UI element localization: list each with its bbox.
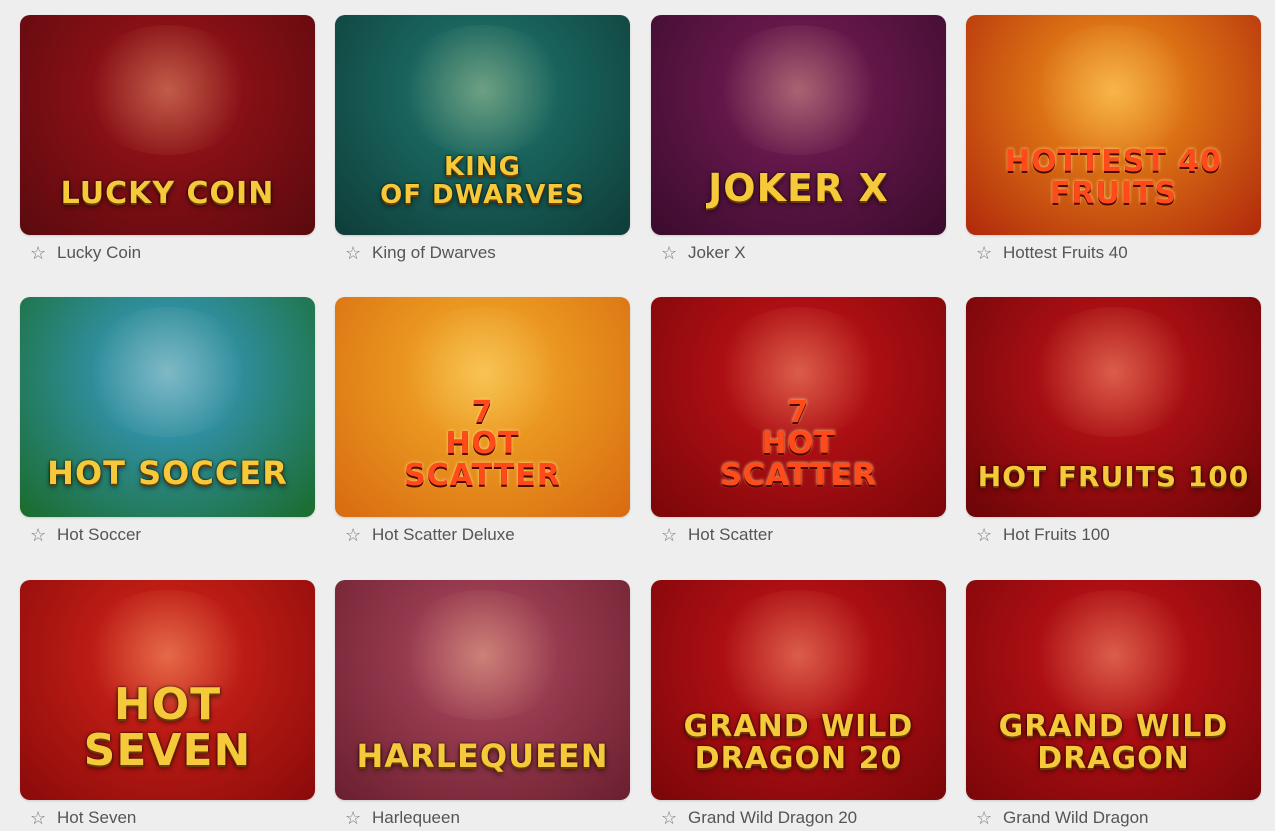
game-logo-line: 7 xyxy=(787,394,810,430)
game-tile[interactable]: HOT SEVEN xyxy=(20,580,315,800)
tile-artwork xyxy=(1026,25,1201,155)
tile-artwork xyxy=(711,25,886,155)
star-outline-icon[interactable]: ☆ xyxy=(345,244,363,262)
game-logo-line: LUCKY COIN xyxy=(60,175,275,211)
star-outline-icon[interactable]: ☆ xyxy=(661,809,679,827)
game-logo: JOKER X xyxy=(651,166,946,211)
game-logo-line: DRAGON 20 xyxy=(694,740,903,776)
game-logo-line: GRAND WILD xyxy=(998,709,1229,744)
tile-artwork xyxy=(80,25,255,155)
game-logo-line: GRAND WILD xyxy=(683,709,914,744)
game-title[interactable]: Grand Wild Dragon 20 xyxy=(688,808,857,828)
game-title[interactable]: Hot Scatter xyxy=(688,525,773,545)
game-label: ☆ Lucky Coin xyxy=(30,242,141,264)
game-label: ☆ Hot Scatter Deluxe xyxy=(345,524,515,546)
game-logo-line: KING xyxy=(444,152,521,183)
game-label: ☆ Grand Wild Dragon xyxy=(976,807,1149,829)
game-logo: LUCKY COIN xyxy=(20,175,315,211)
game-title[interactable]: Hottest Fruits 40 xyxy=(1003,243,1128,263)
game-tile[interactable]: LUCKY COIN xyxy=(20,15,315,235)
game-label: ☆ Hot Fruits 100 xyxy=(976,524,1110,546)
game-title[interactable]: Harlequeen xyxy=(372,808,460,828)
game-logo: GRAND WILD DRAGON 20 xyxy=(651,711,946,774)
game-logo-line: HOT xyxy=(761,426,836,461)
game-logo: HOT SOCCER xyxy=(20,457,315,491)
star-outline-icon[interactable]: ☆ xyxy=(661,526,679,544)
game-title[interactable]: Hot Seven xyxy=(57,808,136,828)
star-outline-icon[interactable]: ☆ xyxy=(30,809,48,827)
game-grid: LUCKY COIN ☆ Lucky Coin KING OF DWARVES ☆ King… xyxy=(0,0,1275,831)
game-logo-line: HOT FRUITS 100 xyxy=(977,459,1250,493)
game-label: ☆ Joker X xyxy=(661,242,746,264)
game-logo: HOT FRUITS 100 xyxy=(966,459,1261,493)
game-tile[interactable]: HOT FRUITS 100 xyxy=(966,297,1261,517)
star-outline-icon[interactable]: ☆ xyxy=(976,526,994,544)
game-tile[interactable]: GRAND WILD DRAGON xyxy=(966,580,1261,800)
game-label: ☆ King of Dwarves xyxy=(345,242,496,264)
game-title[interactable]: Grand Wild Dragon xyxy=(1003,808,1149,828)
game-logo-line: HOT xyxy=(113,678,222,730)
game-logo: 7 HOT SCATTER xyxy=(651,394,946,493)
game-logo: HARLEQUEEN xyxy=(335,740,630,774)
game-tile[interactable]: HARLEQUEEN xyxy=(335,580,630,800)
game-tile[interactable]: HOT SOCCER xyxy=(20,297,315,517)
star-outline-icon[interactable]: ☆ xyxy=(976,809,994,827)
game-label: ☆ Hottest Fruits 40 xyxy=(976,242,1128,264)
game-logo-line: HOT xyxy=(445,426,520,461)
game-title[interactable]: Joker X xyxy=(688,243,746,263)
tile-artwork xyxy=(711,590,886,720)
tile-artwork xyxy=(80,307,255,437)
game-tile[interactable]: GRAND WILD DRAGON 20 xyxy=(651,580,946,800)
game-logo-line: FRUITS xyxy=(1049,175,1178,211)
tile-artwork xyxy=(1026,307,1201,437)
game-logo: GRAND WILD DRAGON xyxy=(966,711,1261,774)
game-logo-line: HOTTEST 40 xyxy=(1005,144,1222,179)
game-logo-line: SEVEN xyxy=(83,724,252,776)
star-outline-icon[interactable]: ☆ xyxy=(976,244,994,262)
game-label: ☆ Hot Seven xyxy=(30,807,136,829)
game-title[interactable]: Lucky Coin xyxy=(57,243,141,263)
game-tile[interactable]: JOKER X xyxy=(651,15,946,235)
star-outline-icon[interactable]: ☆ xyxy=(345,809,363,827)
game-title[interactable]: Hot Fruits 100 xyxy=(1003,525,1110,545)
game-title[interactable]: Hot Scatter Deluxe xyxy=(372,525,515,545)
game-logo: HOT SEVEN xyxy=(20,678,315,776)
game-title[interactable]: King of Dwarves xyxy=(372,243,496,263)
game-logo-line: DRAGON xyxy=(1037,740,1190,776)
star-outline-icon[interactable]: ☆ xyxy=(30,244,48,262)
game-tile[interactable]: 7 HOT SCATTER xyxy=(335,297,630,517)
game-logo-line: OF DWARVES xyxy=(380,179,585,210)
game-tile[interactable]: HOTTEST 40 FRUITS xyxy=(966,15,1261,235)
tile-artwork xyxy=(395,25,570,155)
game-label: ☆ Hot Soccer xyxy=(30,524,141,546)
game-label: ☆ Grand Wild Dragon 20 xyxy=(661,807,857,829)
game-tile[interactable]: KING OF DWARVES xyxy=(335,15,630,235)
game-logo-line: HARLEQUEEN xyxy=(356,737,609,776)
game-tile[interactable]: 7 HOT SCATTER xyxy=(651,297,946,517)
game-logo: KING OF DWARVES xyxy=(335,154,630,209)
game-logo-line: 7 xyxy=(471,394,494,430)
star-outline-icon[interactable]: ☆ xyxy=(345,526,363,544)
tile-artwork xyxy=(1026,590,1201,720)
game-title[interactable]: Hot Soccer xyxy=(57,525,141,545)
game-logo: 7 HOT SCATTER xyxy=(335,394,630,493)
game-label: ☆ Harlequeen xyxy=(345,807,460,829)
game-logo-line: JOKER X xyxy=(708,166,889,211)
star-outline-icon[interactable]: ☆ xyxy=(30,526,48,544)
game-logo: HOTTEST 40 FRUITS xyxy=(966,146,1261,209)
game-logo-line: SCATTER xyxy=(404,457,561,493)
game-logo-line: HOT SOCCER xyxy=(47,454,288,493)
game-label: ☆ Hot Scatter xyxy=(661,524,773,546)
star-outline-icon[interactable]: ☆ xyxy=(661,244,679,262)
game-logo-line: SCATTER xyxy=(720,457,877,493)
tile-artwork xyxy=(395,590,570,720)
